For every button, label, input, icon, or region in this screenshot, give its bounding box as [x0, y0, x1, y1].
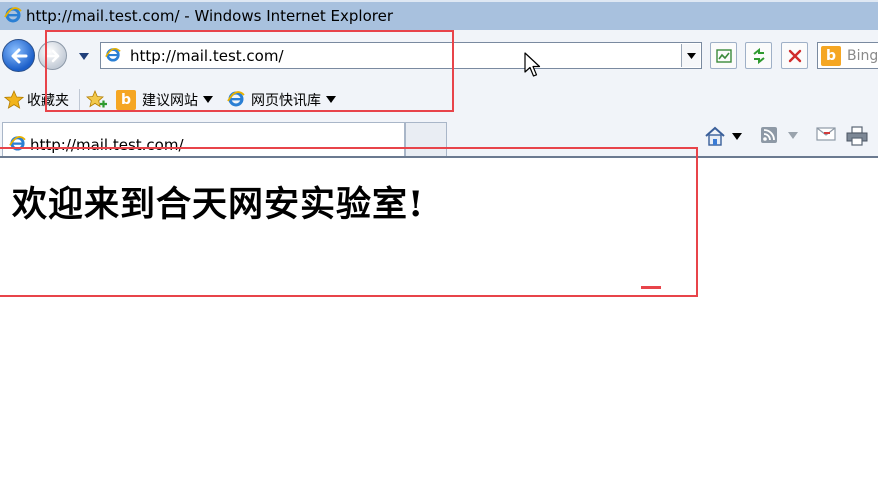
chevron-down-icon [732, 132, 742, 140]
ie-icon [227, 89, 245, 111]
print-icon [846, 126, 868, 146]
add-favorite-icon [86, 89, 107, 107]
annotation-mark [641, 286, 661, 289]
bing-icon: b [116, 89, 136, 110]
stop-button[interactable] [781, 42, 808, 69]
page-heading: 欢迎来到合天网安实验室! [12, 184, 425, 225]
window-title: http://mail.test.com/ - Windows Internet… [26, 7, 393, 25]
address-dropdown[interactable] [681, 44, 700, 67]
tab-bar: http://mail.test.com/ [0, 116, 878, 156]
ie-window: http://mail.test.com/ - Windows Internet… [0, 0, 878, 491]
toolbar-separator [79, 88, 80, 111]
bing-icon: b [821, 45, 841, 66]
address-input[interactable]: http://mail.test.com/ [100, 42, 702, 69]
new-tab-button[interactable] [405, 122, 447, 156]
tab-current[interactable]: http://mail.test.com/ [2, 122, 405, 156]
read-mail-button[interactable] [816, 126, 836, 142]
refresh-icon [752, 47, 765, 64]
mouse-cursor-icon [524, 52, 542, 82]
print-button[interactable] [846, 126, 868, 146]
compat-icon [715, 48, 732, 63]
feeds-button[interactable] [760, 126, 798, 144]
stop-icon [788, 49, 801, 62]
mail-icon [816, 127, 836, 141]
back-button[interactable] [2, 39, 35, 72]
search-placeholder: Bing [847, 47, 878, 64]
address-url[interactable]: http://mail.test.com/ [130, 47, 284, 65]
add-to-favorites-button[interactable] [86, 87, 108, 113]
search-input[interactable]: b Bing [817, 42, 878, 69]
feeds-icon [761, 127, 777, 143]
favorites-label: 收藏夹 [27, 92, 69, 109]
favorites-button[interactable]: 收藏夹 [4, 87, 69, 113]
star-icon [4, 89, 24, 109]
recent-pages-dropdown[interactable] [79, 50, 89, 60]
forward-arrow-icon [45, 49, 59, 62]
forward-button[interactable] [38, 41, 67, 70]
refresh-button[interactable] [745, 42, 772, 69]
home-icon [705, 126, 725, 146]
favorites-bar: 收藏夹 b 建议网站 网页快讯库 [0, 83, 878, 116]
page-content: 欢迎来到合天网安实验室! [0, 158, 878, 491]
chevron-down-icon [788, 131, 798, 139]
ie-icon [9, 134, 26, 155]
web-slice-gallery-link[interactable]: 网页快讯库 [227, 87, 336, 113]
back-arrow-icon [11, 48, 27, 63]
chevron-down-icon [686, 52, 696, 59]
suggested-sites-label: 建议网站 [142, 92, 198, 109]
ie-icon [4, 5, 22, 27]
chevron-down-icon [326, 96, 336, 103]
navigation-bar: http://mail.test.com/ b Bing [0, 30, 878, 83]
title-bar: http://mail.test.com/ - Windows Internet… [0, 0, 878, 30]
web-slice-gallery-label: 网页快讯库 [251, 92, 321, 109]
ie-icon [105, 46, 121, 66]
compatibility-view-button[interactable] [710, 42, 737, 69]
chevron-down-icon [79, 53, 89, 60]
home-button[interactable] [704, 126, 742, 146]
chevron-down-icon [203, 96, 213, 103]
suggested-sites-link[interactable]: b 建议网站 [116, 87, 213, 113]
tab-title: http://mail.test.com/ [30, 135, 184, 154]
